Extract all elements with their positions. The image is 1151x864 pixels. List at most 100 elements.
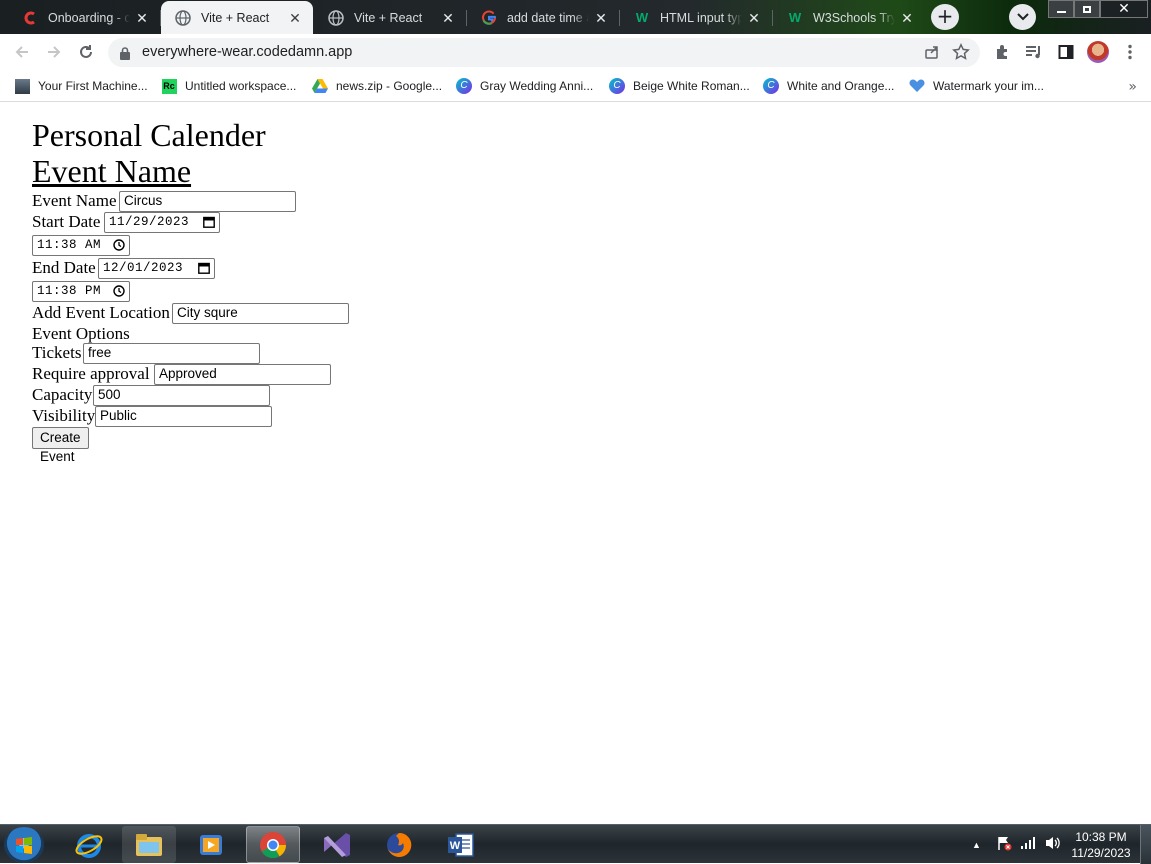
- close-tab-icon[interactable]: ✕: [134, 10, 150, 26]
- chrome-icon[interactable]: [246, 826, 300, 863]
- browser-toolbar: everywhere-wear.codedamn.app: [0, 34, 1151, 70]
- page-title: Personal Calender: [32, 117, 266, 153]
- tickets-input[interactable]: free: [83, 343, 260, 364]
- close-tab-icon[interactable]: ✕: [746, 10, 762, 26]
- start-date-value: 11/29/2023: [109, 215, 190, 229]
- close-window-button[interactable]: ✕: [1100, 0, 1148, 18]
- tab-onboarding[interactable]: Onboarding - codedamn ✕: [8, 1, 160, 34]
- minimize-icon: [1056, 11, 1066, 13]
- volume-icon[interactable]: [1044, 835, 1062, 854]
- approval-input[interactable]: Approved: [154, 364, 331, 385]
- internet-explorer-icon[interactable]: [62, 826, 116, 863]
- visibility-label: Visibility: [32, 406, 96, 425]
- show-hidden-icons-icon[interactable]: ▲: [972, 840, 986, 850]
- google-drive-icon: [312, 78, 328, 94]
- bookmark-label: news.zip - Google...: [336, 79, 443, 93]
- close-icon: ✕: [1118, 1, 1130, 17]
- tab-google-search[interactable]: add date time and location ✕: [467, 1, 619, 34]
- bookmark-item[interactable]: C Gray Wedding Anni...: [456, 76, 593, 96]
- calendar-icon[interactable]: [198, 262, 210, 278]
- visual-studio-icon[interactable]: [310, 826, 364, 863]
- action-center-flag-icon[interactable]: [996, 835, 1012, 854]
- system-tray: ▲: [972, 825, 1062, 864]
- close-tab-icon[interactable]: ✕: [899, 10, 915, 26]
- visibility-input[interactable]: Public: [95, 406, 272, 427]
- tab-html-input-types[interactable]: W HTML input types ✕: [620, 1, 772, 34]
- tab-vite-react-active[interactable]: Vite + React ✕: [161, 1, 313, 34]
- tab-search-button[interactable]: [1009, 4, 1036, 30]
- window-controls: ✕: [1048, 0, 1148, 18]
- restore-icon: [1083, 5, 1091, 13]
- tab-title: W3Schools Tryit Editor: [813, 10, 895, 25]
- bookmark-item[interactable]: Watermark your im...: [909, 76, 1044, 96]
- bookmark-item[interactable]: C White and Orange...: [763, 76, 894, 96]
- share-icon[interactable]: [924, 44, 940, 64]
- codedamn-icon: [22, 10, 38, 26]
- network-signal-icon[interactable]: [1020, 836, 1036, 853]
- start-button[interactable]: [4, 827, 44, 863]
- capacity-input[interactable]: 500: [93, 385, 270, 406]
- arrow-left-icon: [15, 46, 28, 58]
- capacity-label: Capacity: [32, 385, 93, 404]
- bookmark-label: Beige White Roman...: [633, 79, 750, 93]
- media-player-icon[interactable]: [184, 826, 238, 863]
- create-event-button[interactable]: Create Event: [32, 427, 89, 464]
- end-date-input[interactable]: 12/01/2023: [98, 258, 215, 279]
- forward-button[interactable]: [44, 42, 64, 62]
- clock-icon[interactable]: [113, 285, 125, 301]
- bookmark-item[interactable]: news.zip - Google...: [312, 76, 442, 96]
- clock-time: 10:38 PM: [1075, 830, 1127, 844]
- new-tab-button[interactable]: +: [931, 4, 959, 30]
- globe-icon: [328, 9, 344, 26]
- chevron-down-icon: [1016, 13, 1029, 21]
- bookmark-item[interactable]: Your First Machine...: [14, 76, 148, 96]
- location-input[interactable]: City squre: [172, 303, 349, 324]
- tab-w3schools-tryit[interactable]: W W3Schools Tryit Editor ✕: [773, 1, 925, 34]
- windows-logo-icon: [16, 837, 32, 854]
- approval-label: Require approval: [32, 364, 150, 383]
- bookmark-label: Watermark your im...: [933, 79, 1044, 93]
- file-explorer-icon[interactable]: [122, 826, 176, 863]
- reload-icon: [80, 45, 92, 58]
- start-date-label: Start Date: [32, 212, 101, 231]
- event-options-heading: Event Options: [32, 324, 130, 343]
- end-date-value: 12/01/2023: [103, 261, 184, 275]
- restore-button[interactable]: [1074, 0, 1100, 18]
- lock-icon[interactable]: [120, 45, 130, 64]
- bookmark-star-icon[interactable]: [952, 43, 970, 65]
- system-clock[interactable]: 10:38 PM 11/29/2023: [1065, 829, 1137, 861]
- bookmark-item[interactable]: Rc Untitled workspace...: [161, 76, 296, 96]
- bookmarks-bar: Your First Machine... Rc Untitled worksp…: [0, 70, 1151, 102]
- reload-button[interactable]: [76, 42, 96, 62]
- browser-tab-strip: Onboarding - codedamn ✕ Vite + React ✕ V…: [0, 0, 1151, 34]
- end-time-input[interactable]: 11:38 PM: [32, 281, 130, 302]
- firefox-icon[interactable]: [372, 826, 426, 863]
- close-tab-icon[interactable]: ✕: [440, 10, 456, 26]
- show-desktop-button[interactable]: [1140, 825, 1151, 864]
- side-panel-icon[interactable]: [1056, 42, 1076, 62]
- more-menu-icon[interactable]: [1120, 42, 1140, 62]
- address-bar[interactable]: everywhere-wear.codedamn.app: [108, 38, 980, 67]
- event-name-label: Event Name: [32, 191, 117, 210]
- form-subheading: Event Name: [32, 153, 192, 189]
- windows-taskbar: W ▲ 10:38 PM 11/29/2023: [0, 824, 1151, 864]
- back-button[interactable]: [12, 42, 32, 62]
- more-bookmarks-button[interactable]: »: [1128, 79, 1137, 95]
- start-time-input[interactable]: 11:38 AM: [32, 235, 130, 256]
- globe-icon: [175, 9, 191, 26]
- extensions-icon[interactable]: [992, 42, 1012, 62]
- minimize-button[interactable]: [1048, 0, 1074, 18]
- close-tab-icon[interactable]: ✕: [287, 10, 303, 26]
- clock-icon[interactable]: [113, 239, 125, 255]
- tab-vite-react[interactable]: Vite + React ✕: [314, 1, 466, 34]
- start-date-input[interactable]: 11/29/2023: [104, 212, 220, 233]
- media-control-icon[interactable]: [1024, 42, 1044, 62]
- canva-icon: C: [763, 78, 779, 94]
- close-tab-icon[interactable]: ✕: [593, 10, 609, 26]
- event-name-input[interactable]: Circus: [119, 191, 296, 212]
- end-time-value: 11:38 PM: [37, 284, 102, 298]
- calendar-icon[interactable]: [203, 216, 215, 232]
- bookmark-item[interactable]: C Beige White Roman...: [609, 76, 750, 96]
- profile-avatar[interactable]: [1087, 41, 1109, 63]
- word-icon[interactable]: W: [434, 826, 488, 863]
